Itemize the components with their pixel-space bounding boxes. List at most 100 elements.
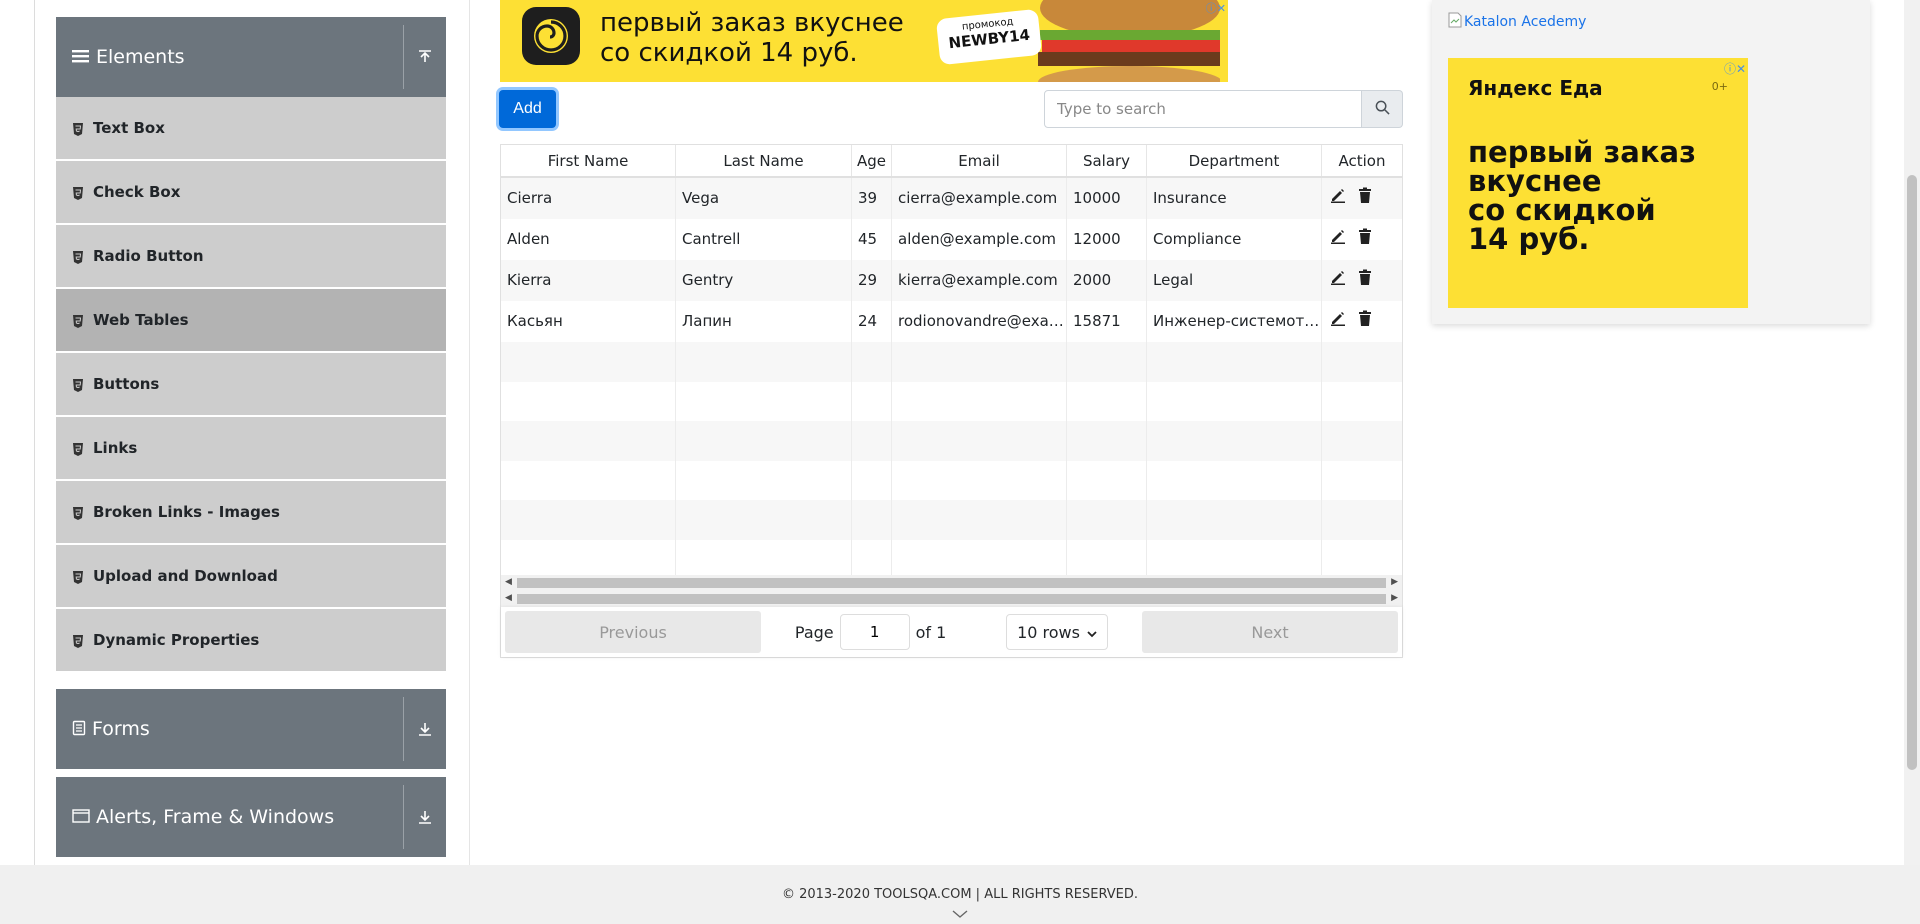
yandex-eda-ad[interactable]: ⓘ✕ Яндекс Еда 0+ первый заказ вкуснее со… bbox=[1448, 58, 1748, 308]
search-button[interactable] bbox=[1362, 90, 1403, 128]
rows-per-page-select[interactable]: 10 rows bbox=[1006, 614, 1109, 650]
table-header: First Name Last Name Age Email Salary Departm… bbox=[501, 145, 1402, 178]
empty-cell bbox=[676, 539, 852, 579]
sidebar-item[interactable]: Web Tables bbox=[56, 289, 446, 351]
delete-icon[interactable] bbox=[1358, 219, 1372, 260]
hamburger-icon bbox=[72, 47, 90, 67]
group-header-alerts[interactable]: Alerts, Frame & Windows bbox=[56, 777, 446, 857]
horizontal-scrollbar[interactable]: ◀ ▶ bbox=[501, 591, 1402, 607]
delete-icon[interactable] bbox=[1358, 301, 1372, 342]
sidebar-item-label: Web Tables bbox=[93, 311, 189, 329]
column-header[interactable]: Action bbox=[1322, 145, 1402, 176]
sidebar-item-label: Broken Links - Images bbox=[93, 503, 280, 521]
scroll-left-arrow-icon[interactable]: ◀ bbox=[505, 593, 512, 603]
table-cell: 15871 bbox=[1067, 301, 1147, 342]
empty-cell bbox=[1147, 539, 1322, 579]
edit-icon[interactable] bbox=[1330, 301, 1346, 342]
html-file-icon bbox=[72, 570, 84, 584]
column-header[interactable]: First Name bbox=[501, 145, 676, 176]
empty-cell bbox=[892, 539, 1067, 579]
ad-info-close-icon[interactable]: ⓘ✕ bbox=[1206, 0, 1226, 16]
empty-cell bbox=[892, 381, 1067, 421]
empty-cell bbox=[676, 500, 852, 540]
edit-icon[interactable] bbox=[1330, 260, 1346, 301]
scroll-right-arrow-icon[interactable]: ▶ bbox=[1391, 577, 1398, 587]
chevron-down-icon[interactable] bbox=[0, 904, 1920, 923]
empty-cell bbox=[1147, 500, 1322, 540]
empty-cell bbox=[1147, 421, 1322, 461]
previous-button[interactable]: Previous bbox=[505, 611, 761, 653]
page-scrollbar-thumb[interactable] bbox=[1907, 175, 1917, 770]
table-row bbox=[501, 539, 1402, 579]
horizontal-scrollbar[interactable]: ◀ ▶ bbox=[501, 575, 1402, 591]
side-ad: Katalon Acedemy ⓘ✕ Яндекс Еда 0+ первый … bbox=[1432, 0, 1870, 324]
banner-line1: первый заказ вкуснее bbox=[600, 8, 904, 38]
sidebar-item-label: Dynamic Properties bbox=[93, 631, 260, 649]
scrollbar-thumb[interactable] bbox=[517, 578, 1386, 588]
sidebar-item[interactable]: Radio Button bbox=[56, 225, 446, 287]
column-header[interactable]: Department bbox=[1147, 145, 1322, 176]
page-info: Page of 1 bbox=[795, 614, 946, 650]
scrollbar-thumb[interactable] bbox=[517, 594, 1386, 604]
table-cell: kierra@example.com bbox=[892, 260, 1067, 301]
group-header-forms[interactable]: Forms bbox=[56, 689, 446, 769]
expand-down-icon[interactable] bbox=[404, 689, 446, 769]
page-scrollbar[interactable] bbox=[1904, 0, 1920, 865]
expand-down-icon[interactable] bbox=[404, 777, 446, 857]
column-header[interactable]: Age bbox=[852, 145, 892, 176]
ad-text: первый заказ вкуснее со скидкой 14 руб. bbox=[1468, 138, 1696, 254]
empty-cell bbox=[676, 381, 852, 421]
sidebar-item[interactable]: Upload and Download bbox=[56, 545, 446, 607]
page-number-input[interactable] bbox=[839, 614, 910, 650]
sidebar-item[interactable]: Buttons bbox=[56, 353, 446, 415]
column-header[interactable]: Last Name bbox=[676, 145, 852, 176]
table-cell: Gentry bbox=[676, 260, 852, 301]
sidebar-item[interactable]: Dynamic Properties bbox=[56, 609, 446, 671]
ad-text-line: 14 руб. bbox=[1468, 222, 1590, 256]
banner-ad[interactable]: первый заказ вкуснее со скидкой 14 руб. … bbox=[500, 0, 1228, 82]
column-header[interactable]: Salary bbox=[1067, 145, 1147, 176]
sidebar-item-label: Check Box bbox=[93, 183, 181, 201]
delete-icon[interactable] bbox=[1358, 178, 1372, 219]
empty-cell bbox=[501, 421, 676, 461]
ad-text-line: вкуснее bbox=[1468, 164, 1602, 198]
html-file-icon bbox=[72, 506, 84, 520]
broken-image-link[interactable]: Katalon Acedemy bbox=[1448, 12, 1586, 32]
group-header-elements[interactable]: Elements bbox=[56, 17, 446, 97]
search-input[interactable] bbox=[1044, 90, 1362, 128]
promo-code: NEWBY14 bbox=[947, 25, 1031, 53]
chevron-down-icon bbox=[1087, 623, 1097, 642]
html-file-icon bbox=[72, 122, 84, 136]
sidebar-item[interactable]: Text Box bbox=[56, 97, 446, 159]
sidebar-item[interactable]: Links bbox=[56, 417, 446, 479]
sidebar-item[interactable]: Check Box bbox=[56, 161, 446, 223]
broken-image-icon bbox=[1448, 12, 1462, 32]
empty-cell bbox=[1067, 421, 1147, 461]
scroll-left-arrow-icon[interactable]: ◀ bbox=[505, 577, 512, 587]
table-row bbox=[501, 460, 1402, 500]
table-row: Cierra Vega 39 cierra@example.com 10000 Insur… bbox=[501, 178, 1402, 219]
empty-cell bbox=[1322, 421, 1402, 461]
row-actions bbox=[1322, 219, 1402, 260]
empty-cell bbox=[676, 421, 852, 461]
group-title-elements: Elements bbox=[96, 46, 185, 68]
ad-info-close-icon[interactable]: ⓘ✕ bbox=[1724, 60, 1746, 77]
collapse-up-icon[interactable] bbox=[404, 17, 446, 97]
empty-cell bbox=[852, 421, 892, 461]
empty-cell bbox=[892, 460, 1067, 500]
delete-icon[interactable] bbox=[1358, 260, 1372, 301]
next-button[interactable]: Next bbox=[1142, 611, 1398, 653]
column-header[interactable]: Email bbox=[892, 145, 1067, 176]
edit-icon[interactable] bbox=[1330, 219, 1346, 260]
table-cell: Касьян bbox=[501, 301, 676, 342]
empty-cell bbox=[1147, 342, 1322, 382]
scroll-right-arrow-icon[interactable]: ▶ bbox=[1391, 593, 1398, 603]
burger-image bbox=[1038, 0, 1220, 82]
empty-cell bbox=[852, 500, 892, 540]
table-cell: Лапин bbox=[676, 301, 852, 342]
add-button[interactable]: Add bbox=[499, 90, 556, 128]
edit-icon[interactable] bbox=[1330, 178, 1346, 219]
sidebar-item[interactable]: Broken Links - Images bbox=[56, 481, 446, 543]
empty-cell bbox=[676, 460, 852, 500]
table-cell: 45 bbox=[852, 219, 892, 260]
